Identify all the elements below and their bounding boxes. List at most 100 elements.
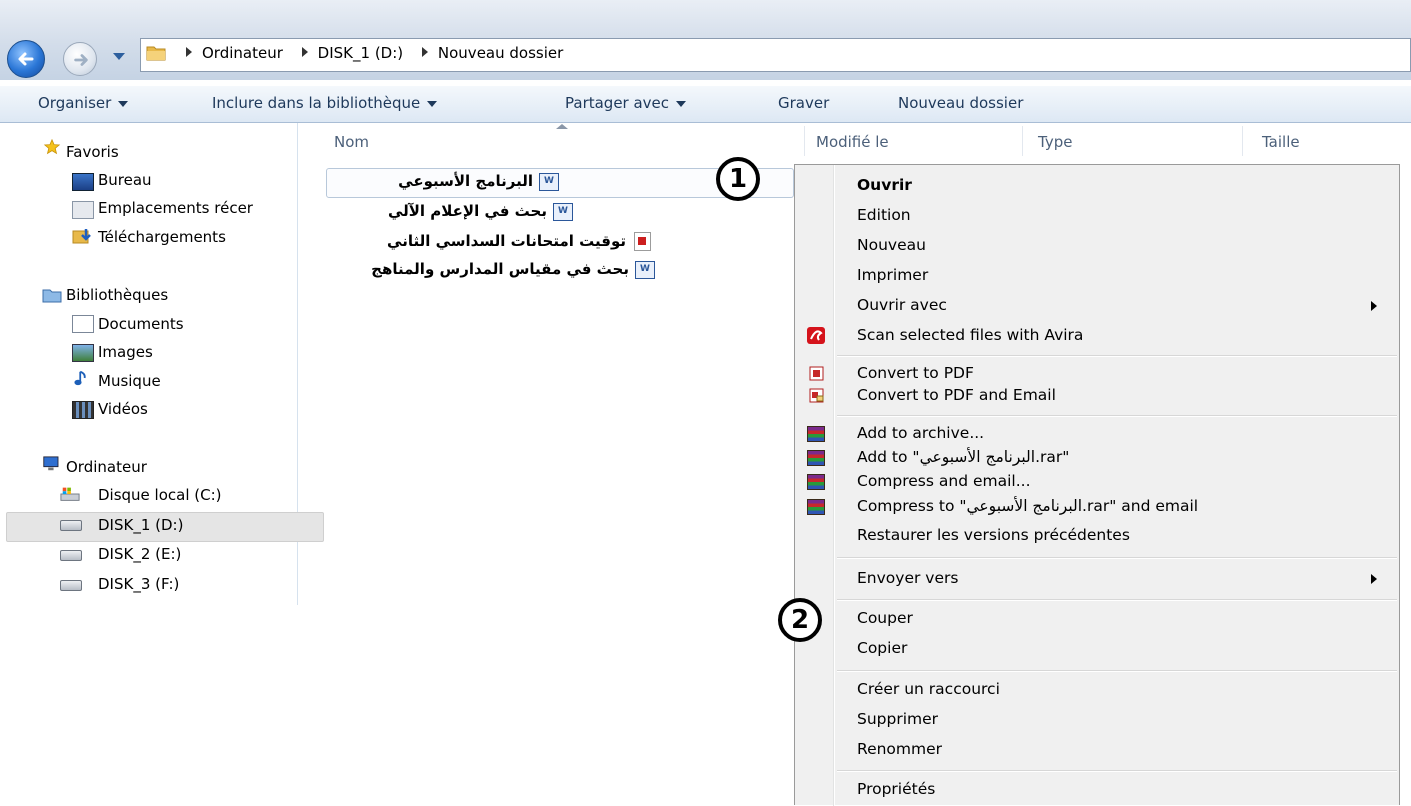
file-name: توقيت امتحانات السداسي الثاني xyxy=(387,232,626,250)
breadcrumb: Ordinateur DISK_1 (D:) Nouveau dossier xyxy=(186,44,577,62)
nav-libraries[interactable]: Bibliothèques xyxy=(66,286,168,304)
nav-disk-f[interactable]: DISK_3 (F:) xyxy=(98,575,179,593)
file-name: البرنامج الأسبوعي xyxy=(398,172,533,190)
pdf-document-icon xyxy=(634,232,651,251)
folder-icon xyxy=(146,46,166,61)
arrow-left-icon xyxy=(18,52,34,66)
menu-separator xyxy=(837,557,1397,559)
crumb-disk1[interactable]: DISK_1 (D:) xyxy=(318,44,403,62)
word-document-icon: W xyxy=(553,202,573,221)
menu-separator xyxy=(837,599,1397,601)
command-bar: Organiser Inclure dans la bibliothèque P… xyxy=(0,86,1411,123)
new-folder-button[interactable]: Nouveau dossier xyxy=(898,94,1023,112)
back-button[interactable] xyxy=(7,40,45,78)
pdf-email-icon xyxy=(809,388,824,403)
crumb-new-folder[interactable]: Nouveau dossier xyxy=(438,44,563,62)
crumb-computer[interactable]: Ordinateur xyxy=(202,44,283,62)
documents-icon xyxy=(72,315,94,333)
file-row[interactable]: توقيت امتحانات السداسي الثاني xyxy=(333,232,651,258)
nav-disk-c[interactable]: Disque local (C:) xyxy=(98,486,222,504)
menu-avira-scan[interactable]: Scan selected files with Avira xyxy=(857,326,1083,344)
videos-icon xyxy=(72,401,94,419)
nav-disk-d[interactable]: DISK_1 (D:) xyxy=(98,516,183,534)
column-modified[interactable]: Modifié le xyxy=(816,133,889,151)
chevron-down-icon xyxy=(676,100,687,107)
arrow-right-icon xyxy=(74,54,88,66)
menu-add-archive[interactable]: Add to archive... xyxy=(857,424,984,442)
recent-pages-dropdown[interactable] xyxy=(113,53,125,60)
menu-separator xyxy=(837,415,1397,417)
menu-compress-rar-email[interactable]: Compress to "البرنامج الأسبوعي.rar" and … xyxy=(857,497,1198,515)
include-library-menu[interactable]: Inclure dans la bibliothèque xyxy=(212,94,438,112)
menu-edit[interactable]: Edition xyxy=(857,206,911,224)
file-row[interactable]: W البرنامج الأسبوعي xyxy=(333,172,559,198)
address-bar-area: Ordinateur DISK_1 (D:) Nouveau dossier xyxy=(0,0,1411,80)
nav-documents[interactable]: Documents xyxy=(98,315,184,333)
burn-button[interactable]: Graver xyxy=(778,94,829,112)
nav-disk-e[interactable]: DISK_2 (E:) xyxy=(98,545,181,563)
menu-create-shortcut[interactable]: Créer un raccourci xyxy=(857,680,1000,698)
menu-separator xyxy=(837,770,1397,772)
file-name: بحث في مقياس المدارس والمناهج xyxy=(371,260,629,278)
winrar-icon xyxy=(807,499,825,515)
column-divider[interactable] xyxy=(804,126,805,156)
menu-convert-pdf-email[interactable]: Convert to PDF and Email xyxy=(857,386,1056,404)
star-icon xyxy=(43,139,61,155)
column-size[interactable]: Taille xyxy=(1262,133,1300,151)
word-document-icon: W xyxy=(539,172,559,191)
menu-copy[interactable]: Copier xyxy=(857,639,907,657)
forward-button[interactable] xyxy=(63,42,97,76)
menu-open-with[interactable]: Ouvrir avec xyxy=(857,296,947,314)
include-library-label: Inclure dans la bibliothèque xyxy=(212,94,421,112)
file-row[interactable]: W بحث في مقياس المدارس والمناهج xyxy=(333,260,655,286)
winrar-icon xyxy=(807,426,825,442)
nav-favorites[interactable]: Favoris xyxy=(66,143,119,161)
nav-images[interactable]: Images xyxy=(98,343,153,361)
computer-icon xyxy=(43,456,59,471)
menu-new[interactable]: Nouveau xyxy=(857,236,926,254)
share-label: Partager avec xyxy=(565,94,670,112)
menu-compress-email[interactable]: Compress and email... xyxy=(857,472,1031,490)
winrar-icon xyxy=(807,450,825,466)
nav-downloads[interactable]: Téléchargements xyxy=(98,228,226,246)
callout-1: 1 xyxy=(716,157,760,201)
menu-print[interactable]: Imprimer xyxy=(857,266,928,284)
local-disk-icon xyxy=(60,487,80,501)
nav-recent-places[interactable]: Emplacements récer xyxy=(98,199,253,217)
callout-2: 2 xyxy=(778,598,822,642)
column-divider[interactable] xyxy=(1022,126,1023,156)
file-name: بحث في الإعلام الآلي xyxy=(387,202,547,220)
menu-cut[interactable]: Couper xyxy=(857,609,913,627)
chevron-down-icon xyxy=(427,100,438,107)
menu-restore-versions[interactable]: Restaurer les versions précédentes xyxy=(857,526,1130,544)
submenu-arrow-icon xyxy=(1371,574,1377,584)
nav-computer[interactable]: Ordinateur xyxy=(66,458,147,476)
nav-videos[interactable]: Vidéos xyxy=(98,400,148,418)
menu-send-to[interactable]: Envoyer vers xyxy=(857,569,958,587)
menu-separator xyxy=(837,670,1397,672)
chevron-right-icon[interactable] xyxy=(301,47,308,57)
column-type[interactable]: Type xyxy=(1038,133,1072,151)
menu-convert-pdf[interactable]: Convert to PDF xyxy=(857,364,974,382)
menu-properties[interactable]: Propriétés xyxy=(857,780,935,798)
chevron-down-icon xyxy=(118,100,129,107)
menu-open[interactable]: Ouvrir xyxy=(857,176,912,194)
menu-rename[interactable]: Renommer xyxy=(857,740,942,758)
winrar-icon xyxy=(807,474,825,490)
chevron-right-icon[interactable] xyxy=(186,47,192,57)
chevron-right-icon[interactable] xyxy=(421,47,428,57)
column-divider[interactable] xyxy=(1242,126,1243,156)
menu-delete[interactable]: Supprimer xyxy=(857,710,938,728)
downloads-icon xyxy=(72,229,91,244)
nav-desktop[interactable]: Bureau xyxy=(98,171,152,189)
nav-music[interactable]: Musique xyxy=(98,372,161,390)
sort-ascending-icon xyxy=(556,124,568,129)
avira-icon xyxy=(807,327,825,344)
share-menu[interactable]: Partager avec xyxy=(565,94,687,112)
file-row[interactable]: W بحث في الإعلام الآلي xyxy=(333,202,573,228)
menu-add-to-rar[interactable]: Add to "البرنامج الأسبوعي.rar" xyxy=(857,448,1069,466)
column-name[interactable]: Nom xyxy=(334,133,369,151)
organise-menu[interactable]: Organiser xyxy=(38,94,129,112)
context-menu: Ouvrir Edition Nouveau Imprimer Ouvrir a… xyxy=(794,164,1400,806)
drive-icon xyxy=(60,520,82,531)
